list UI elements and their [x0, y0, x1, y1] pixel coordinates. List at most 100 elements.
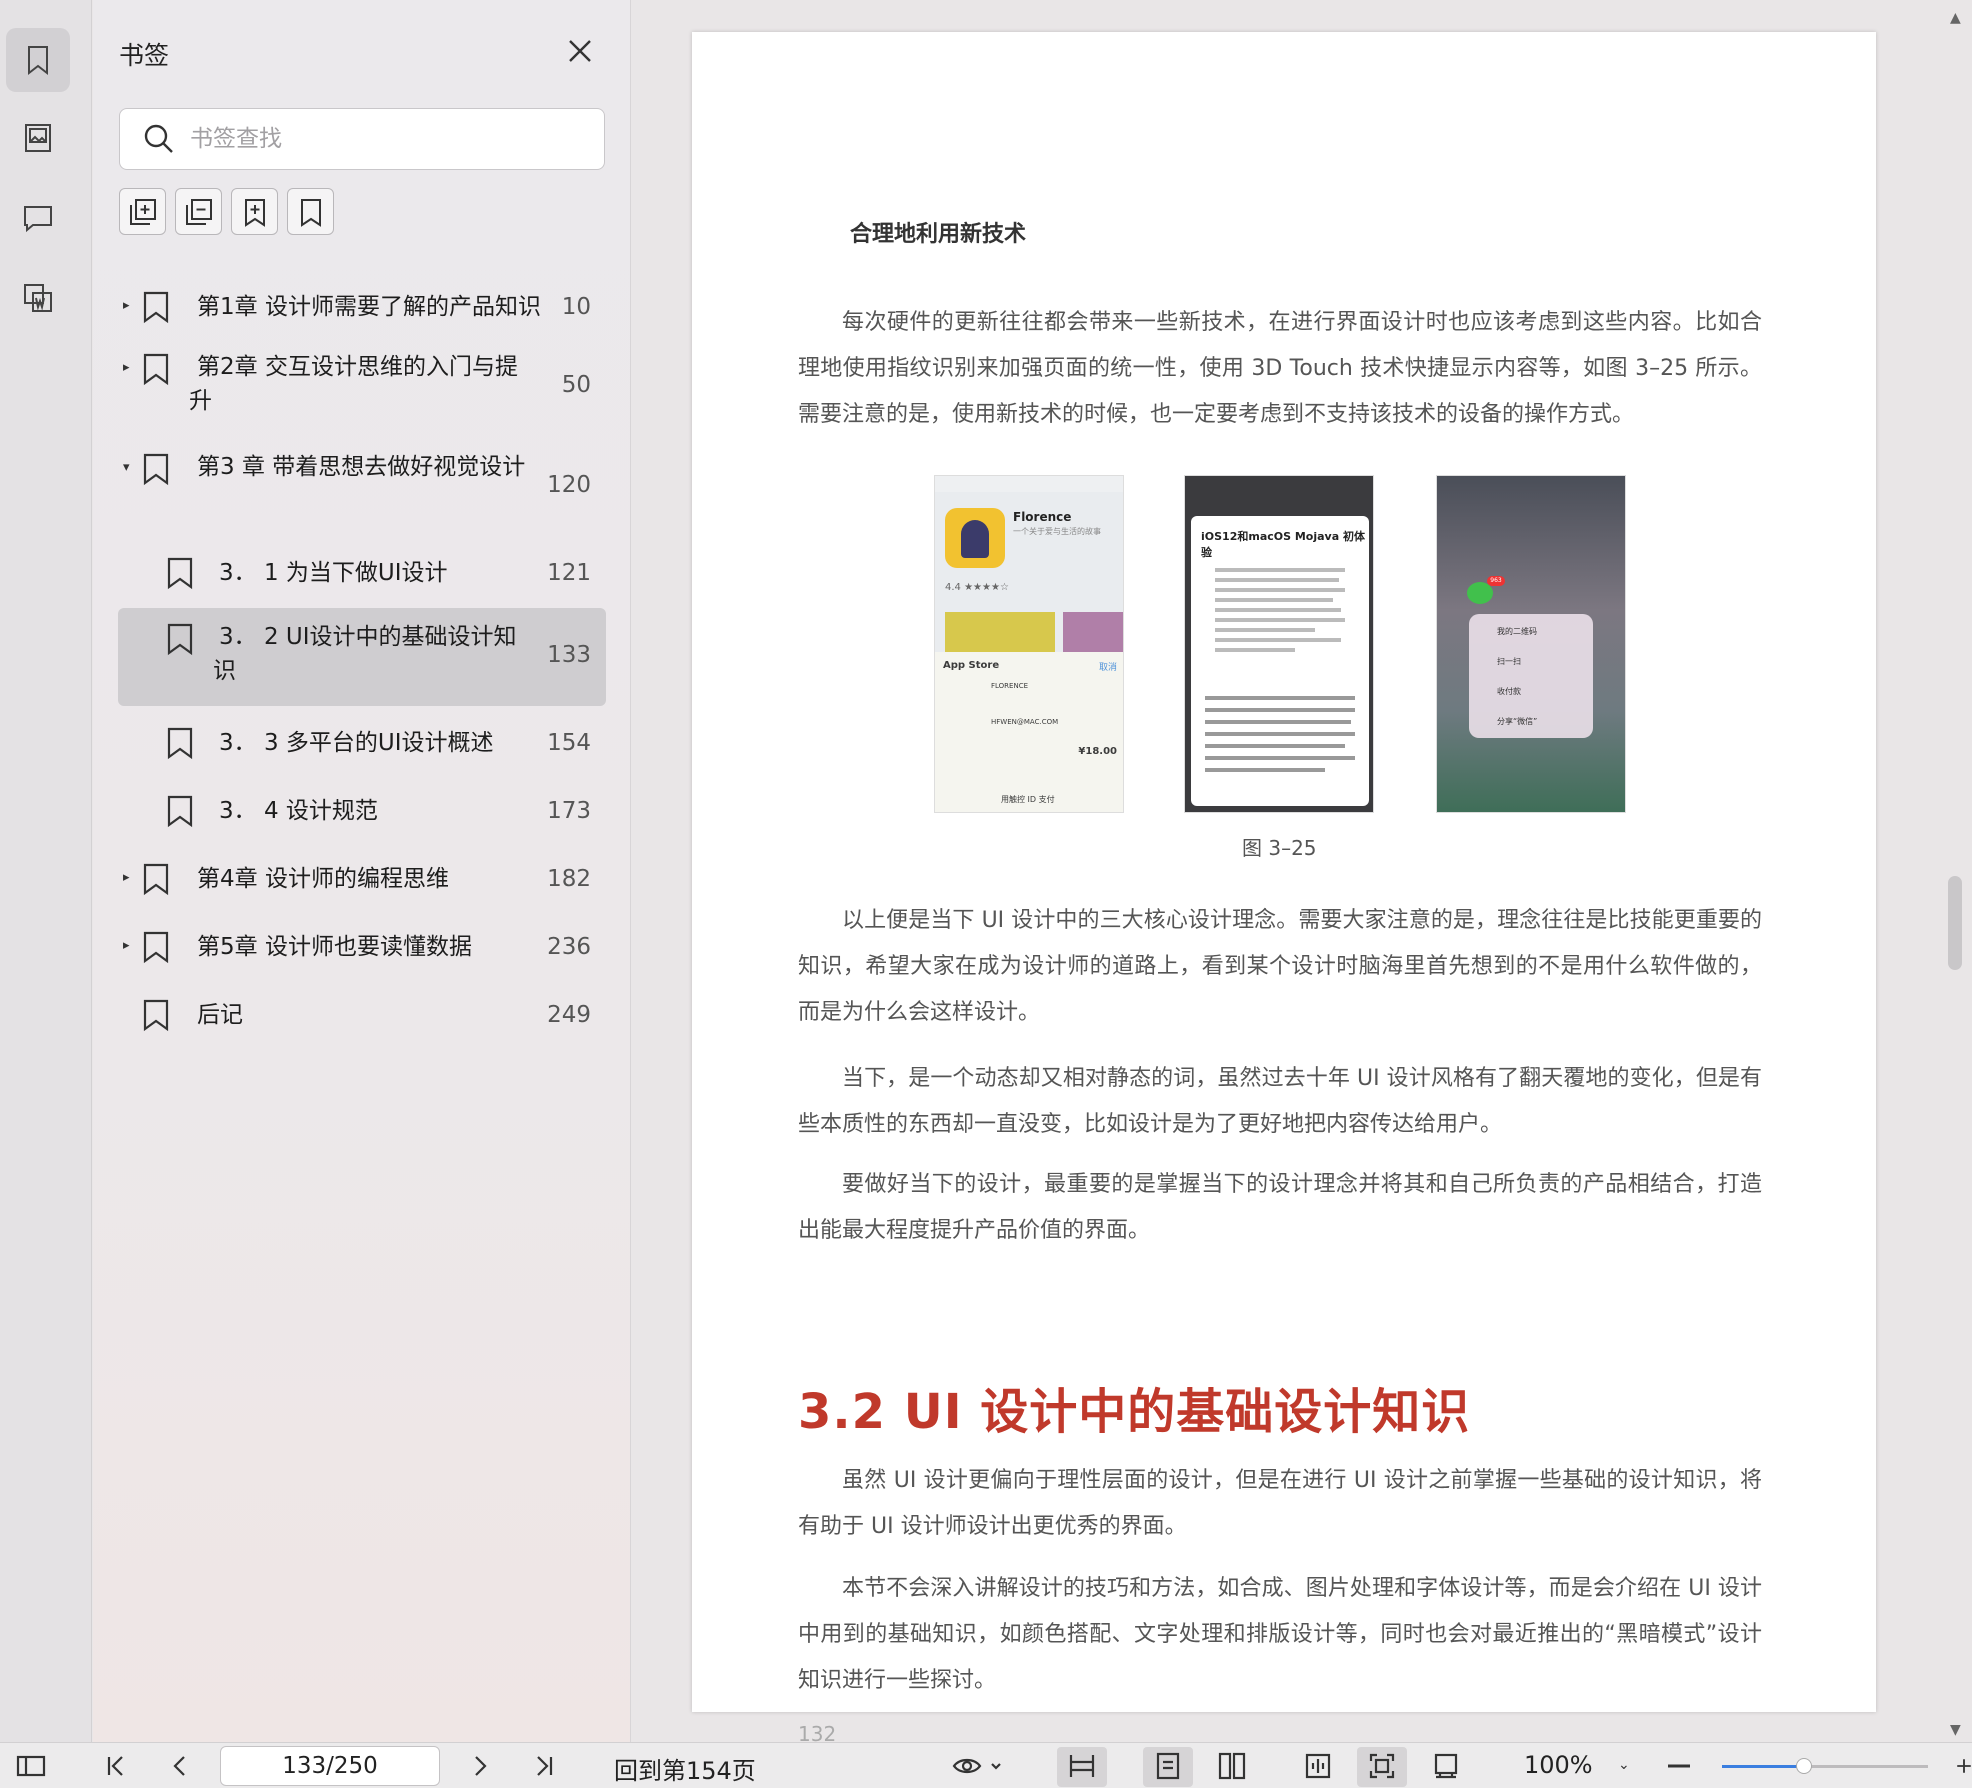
bookmark-icon — [28, 46, 48, 76]
bottom-toolbar: 回到第154页 100% ⌄ — [0, 1742, 1972, 1788]
last-page-button[interactable] — [532, 1751, 556, 1781]
expand-arrow-icon[interactable]: ▸ — [123, 360, 137, 375]
bookmark-page: 133 — [547, 642, 591, 668]
fig-sheet-pay: 用触控 ID 支付 — [1001, 795, 1055, 804]
thumbnail-panel-button[interactable] — [6, 106, 70, 170]
export-word-panel-button[interactable] — [6, 266, 70, 330]
zoom-slider-fill — [1722, 1765, 1805, 1768]
page-number-input[interactable] — [220, 1746, 440, 1786]
bookmark-page: 182 — [547, 866, 591, 892]
bookmark-icon — [141, 290, 171, 324]
zoom-out-button[interactable] — [1666, 1751, 1692, 1781]
bookmark-item[interactable]: ▸ 第1章 设计师需要了解的产品知识 10 — [93, 278, 631, 338]
paragraph: 虽然 UI 设计更偏向于理性层面的设计，但是在进行 UI 设计之前掌握一些基础的… — [798, 1468, 1762, 1539]
collapse-arrow-icon[interactable]: ▾ — [123, 460, 137, 475]
minus-icon — [1668, 1764, 1690, 1768]
panel-title: 书签 — [119, 41, 170, 70]
chevron-right-icon — [475, 1756, 487, 1776]
bookmark-label: 3． 1 为当下做UI设计 — [219, 560, 448, 586]
bookmark-panel: 书签 ▸ 第1章 设计师需要了解的产品知识 10 ▸ — [93, 0, 631, 1742]
expand-all-button[interactable] — [119, 188, 166, 235]
paragraph: 要做好当下的设计，最重要的是掌握当下的设计理念并将其和自己所负责的产品相结合，打… — [798, 1172, 1762, 1243]
bookmark-icon — [141, 998, 171, 1032]
bookmark-page: 10 — [561, 294, 591, 320]
article-card: iOS12和macOS Mojava 初体验 — [1191, 516, 1369, 806]
bookmark-item[interactable]: ▾ 第3 章 带着思想去做好视觉设计 120 — [93, 446, 631, 518]
expand-arrow-icon[interactable]: ▸ — [123, 298, 137, 313]
fit-page-icon — [1369, 1753, 1395, 1779]
comment-panel-button[interactable] — [6, 186, 70, 250]
bookmark-page: 120 — [547, 472, 591, 498]
fit-page-button[interactable] — [1368, 1751, 1396, 1781]
first-page-button[interactable] — [104, 1751, 128, 1781]
bookmark-item[interactable]: ▸ 第4章 设计师的编程思维 182 — [93, 852, 631, 908]
bookmark-item[interactable]: 后记 249 — [93, 988, 631, 1044]
document-viewport[interactable]: 合理地利用新技术 每次硬件的更新往往都会带来一些新技术，在进行界面设计时也应该考… — [632, 0, 1972, 1746]
fit-width-icon — [1069, 1755, 1095, 1777]
paragraph: 当下，是一个动态却又相对静态的词，虽然过去十年 UI 设计风格有了翻天覆地的变化… — [798, 1066, 1762, 1137]
rotate-icon — [1434, 1753, 1458, 1779]
rotate-button[interactable] — [1432, 1751, 1460, 1781]
fig-app-name: Florence — [1013, 510, 1072, 524]
bookmark-label: 3． 3 多平台的UI设计概述 — [219, 730, 494, 756]
toggle-sidebar-button[interactable] — [16, 1751, 46, 1781]
bookmark-icon — [165, 794, 195, 828]
next-page-button[interactable] — [468, 1751, 492, 1781]
remove-bookmark-button[interactable] — [287, 188, 334, 235]
subsection-heading: 合理地利用新技术 — [850, 222, 1027, 247]
expand-arrow-icon[interactable]: ▸ — [123, 938, 137, 953]
image-icon — [25, 124, 51, 152]
single-page-button[interactable] — [1154, 1751, 1182, 1781]
vertical-scrollbar[interactable]: ▲ ▼ — [1942, 0, 1972, 1742]
bookmark-item[interactable]: 3． 4 设计规范 173 — [93, 784, 631, 840]
fig-sheet-title: App Store — [943, 660, 1000, 671]
bookmark-page: 154 — [547, 730, 591, 756]
zoom-level[interactable]: 100% — [1524, 1751, 1593, 1779]
zoom-dropdown-chevron-down-icon[interactable]: ⌄ — [1618, 1757, 1630, 1773]
collapse-all-icon — [185, 198, 212, 225]
single-page-icon — [1156, 1752, 1180, 1780]
bookmark-icon — [141, 862, 171, 896]
convert-to-word-icon — [24, 284, 52, 312]
expand-arrow-icon[interactable]: ▸ — [123, 870, 137, 885]
scrollbar-thumb[interactable] — [1948, 876, 1962, 970]
collapse-all-button[interactable] — [175, 188, 222, 235]
bookmark-item[interactable]: 3． 1 为当下做UI设计 121 — [93, 546, 631, 602]
quick-action-menu: 我的二维码 扫一扫 收付款 分享“微信” — [1469, 614, 1593, 738]
back-to-page-link[interactable]: 回到第154页 — [614, 1751, 756, 1786]
bookmark-label: 第3 章 带着思想去做好视觉设计 — [197, 454, 526, 480]
bookmark-page: 249 — [547, 1002, 591, 1028]
fig-sheet-price: ¥18.00 — [1078, 746, 1117, 757]
bookmark-page: 173 — [547, 798, 591, 824]
bookmark-panel-button[interactable] — [6, 28, 70, 92]
close-panel-button[interactable] — [565, 36, 595, 66]
paragraph: 以上便是当下 UI 设计中的三大核心设计理念。需要大家注意的是，理念往往是比技能… — [798, 908, 1762, 1025]
bookmark-item[interactable]: ▸ 第5章 设计师也要读懂数据 236 — [93, 920, 631, 976]
bookmark-item[interactable]: ▸ 第2章 交互设计思维的入门与提升 50 — [93, 346, 631, 418]
bookmark-page: 121 — [547, 560, 591, 586]
bookmark-icon — [165, 726, 195, 760]
bookmark-icon — [165, 622, 195, 656]
search-icon — [144, 124, 173, 153]
book-mode-icon — [1305, 1753, 1331, 1779]
zoom-slider-knob[interactable] — [1796, 1758, 1813, 1774]
zoom-slider[interactable] — [1722, 1758, 1928, 1774]
two-page-button[interactable] — [1218, 1751, 1246, 1781]
add-bookmark-button[interactable] — [231, 188, 278, 235]
bookmark-item[interactable]: 3． 3 多平台的UI设计概述 154 — [93, 716, 631, 772]
fig-sheet-line: FLORENCE — [991, 682, 1029, 690]
read-mode-dropdown[interactable] — [952, 1751, 1006, 1781]
zoom-in-button[interactable] — [1956, 1751, 1972, 1781]
book-mode-button[interactable] — [1304, 1751, 1332, 1781]
bookmark-search-input[interactable] — [190, 126, 570, 152]
fit-width-button[interactable] — [1068, 1751, 1096, 1781]
first-page-icon — [107, 1756, 123, 1776]
scroll-down-arrow-icon[interactable]: ▼ — [1950, 1722, 1961, 1738]
scroll-up-arrow-icon[interactable]: ▲ — [1950, 10, 1961, 26]
payment-sheet: App Store 取消 FLORENCE HFWEN@MAC.COM ¥18.… — [935, 652, 1123, 812]
figure-screenshot-3d-touch: 963 我的二维码 扫一扫 收付款 分享“微信” — [1436, 475, 1626, 813]
previous-page-button[interactable] — [168, 1751, 192, 1781]
bookmark-label: 第2章 交互设计思维的入门与提升 — [189, 354, 518, 414]
add-bookmark-icon — [244, 198, 265, 227]
bookmark-item-selected[interactable]: 3． 2 UI设计中的基础设计知识 133 — [93, 608, 631, 706]
